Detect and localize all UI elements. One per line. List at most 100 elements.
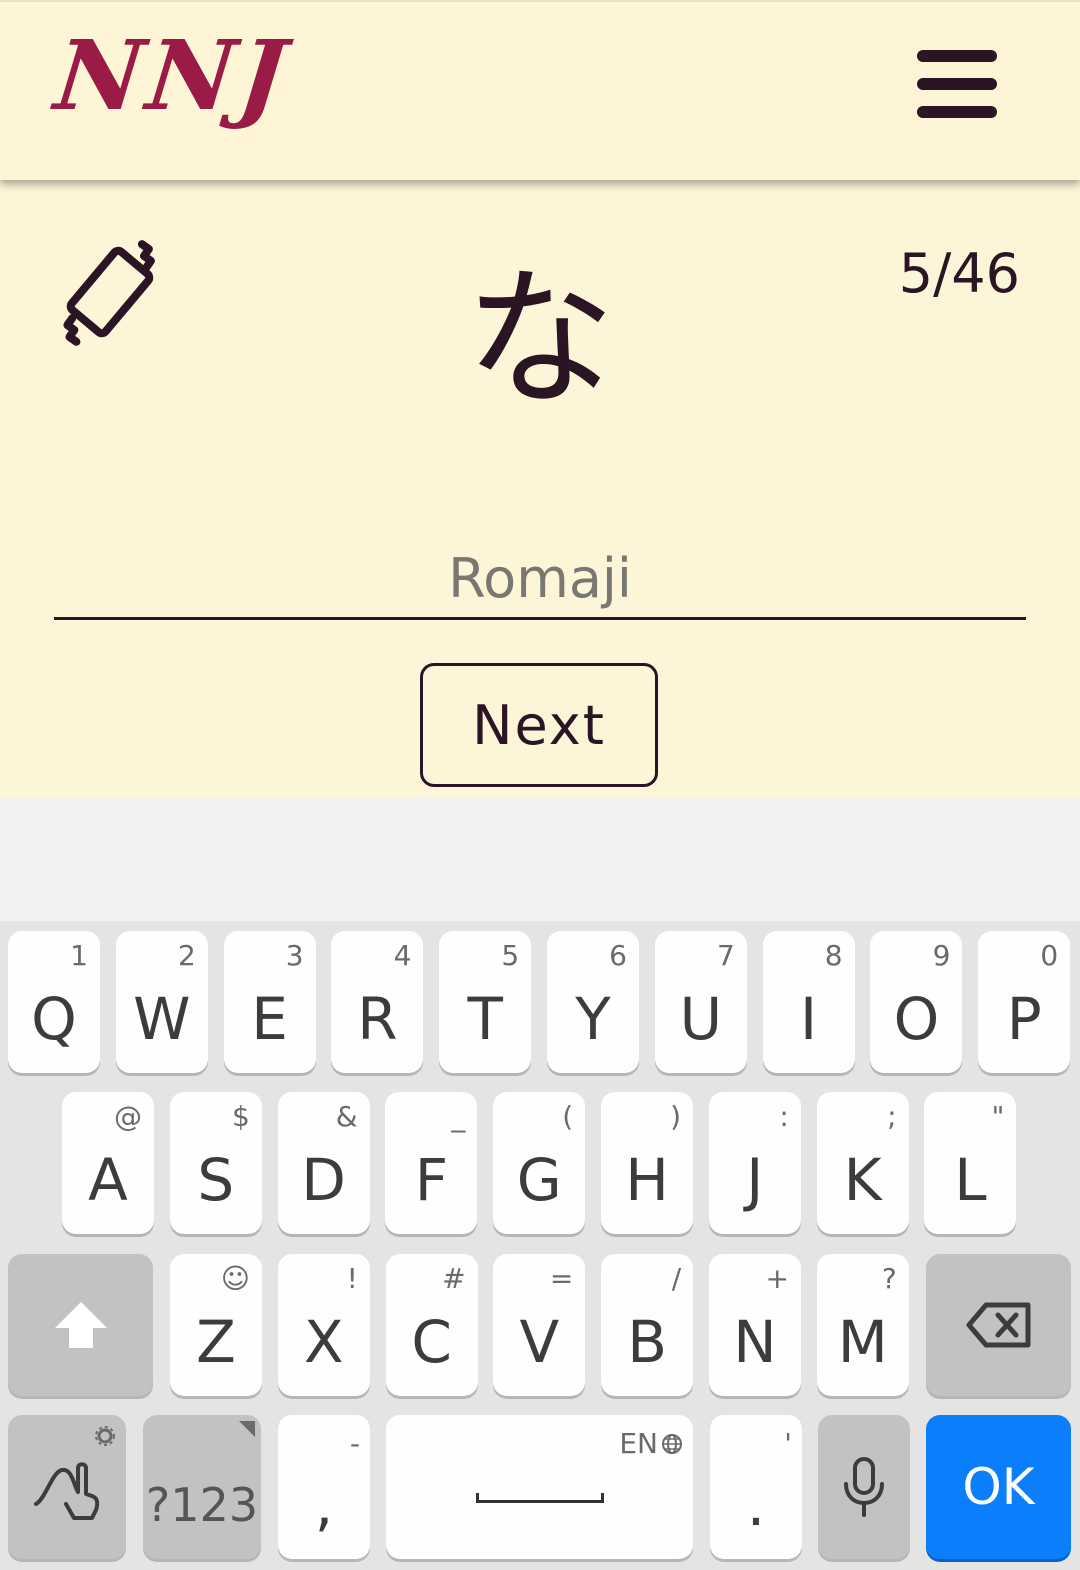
- key-label: Y: [575, 985, 611, 1053]
- period-key-hint: ': [784, 1427, 792, 1460]
- key-hint: ": [991, 1100, 1005, 1133]
- backspace-icon: [966, 1302, 1030, 1348]
- key-label: T: [467, 985, 503, 1053]
- backspace-key[interactable]: [926, 1254, 1071, 1396]
- key-label: L: [954, 1146, 987, 1214]
- key-x[interactable]: ! X: [277, 1254, 370, 1396]
- globe-icon: [662, 1433, 682, 1454]
- comma-key-hint: -: [349, 1427, 360, 1460]
- symbols-key-label: ?123: [145, 1478, 259, 1532]
- romaji-input[interactable]: [54, 540, 1026, 620]
- key-label: D: [301, 1146, 346, 1214]
- comma-key-label: ,: [314, 1471, 334, 1539]
- key-label: Q: [31, 985, 77, 1053]
- symbols-key[interactable]: ?123: [143, 1415, 261, 1559]
- key-label: E: [251, 985, 288, 1053]
- next-button[interactable]: Next: [420, 663, 658, 787]
- app-logo: NNJ: [50, 19, 295, 132]
- kana-character: な: [464, 253, 615, 427]
- key-y[interactable]: 6Y: [547, 931, 639, 1073]
- key-r[interactable]: 4R: [331, 931, 424, 1073]
- key-label: G: [516, 1146, 562, 1214]
- key-w[interactable]: 2W: [115, 931, 208, 1073]
- key-a[interactable]: @ A: [62, 1092, 154, 1234]
- key-l[interactable]: " L: [924, 1092, 1017, 1234]
- key-p[interactable]: 0P: [978, 931, 1071, 1073]
- key-label: M: [837, 1308, 888, 1376]
- key-hint: @: [114, 1100, 142, 1133]
- key-hint: 8: [824, 939, 843, 972]
- shift-key[interactable]: [8, 1254, 153, 1396]
- key-label: O: [893, 985, 940, 1053]
- key-label: C: [411, 1308, 452, 1376]
- gesture-key[interactable]: [8, 1415, 126, 1559]
- key-hint: /: [671, 1262, 682, 1295]
- key-z[interactable]: ☺ Z: [170, 1254, 262, 1396]
- key-e[interactable]: 3E: [223, 931, 316, 1073]
- key-v[interactable]: = V: [493, 1254, 586, 1396]
- menu-icon[interactable]: [917, 48, 999, 120]
- soft-keyboard: 1Q2W3E4R5T6Y7U8I9O0P @ A $ S & D _ F(G) H: J; K " L …: [0, 921, 1080, 1570]
- key-label: F: [414, 1146, 449, 1214]
- key-f[interactable]: _ F: [385, 1092, 478, 1234]
- key-s[interactable]: $ S: [169, 1092, 262, 1234]
- corner-indicator: [239, 1421, 255, 1437]
- key-label: R: [357, 985, 398, 1053]
- key-j[interactable]: :J: [708, 1092, 801, 1234]
- key-h[interactable]: ) H: [601, 1092, 693, 1234]
- key-t[interactable]: 5T: [439, 931, 532, 1073]
- key-hint: &: [335, 1100, 358, 1133]
- key-hint: !: [346, 1262, 358, 1295]
- key-hint: 9: [932, 939, 951, 972]
- key-label: P: [1006, 985, 1042, 1053]
- key-label: Z: [196, 1308, 236, 1376]
- key-k[interactable]: ; K: [816, 1092, 909, 1234]
- key-d[interactable]: & D: [277, 1092, 370, 1234]
- key-b[interactable]: / B: [601, 1254, 694, 1396]
- key-hint: +: [765, 1262, 789, 1295]
- key-hint: 5: [501, 939, 520, 972]
- key-m[interactable]: ? M: [816, 1254, 909, 1396]
- key-q[interactable]: 1Q: [8, 931, 100, 1073]
- key-label: V: [519, 1308, 560, 1376]
- app-header: NNJ: [0, 0, 1080, 180]
- key-label: B: [627, 1308, 668, 1376]
- key-hint: ?: [881, 1262, 897, 1295]
- key-hint: 0: [1040, 939, 1059, 972]
- ok-key-label: OK: [962, 1458, 1035, 1516]
- key-hint: 1: [70, 939, 88, 972]
- key-hint: $: [231, 1100, 250, 1133]
- period-key-label: .: [746, 1471, 766, 1539]
- voice-input-key[interactable]: [818, 1415, 910, 1559]
- key-hint: _: [451, 1100, 466, 1133]
- key-label: I: [800, 985, 818, 1053]
- key-hint: ☺: [220, 1262, 250, 1295]
- key-i[interactable]: 8I: [762, 931, 855, 1073]
- key-hint: 3: [285, 939, 304, 972]
- key-c[interactable]: # C: [385, 1254, 478, 1396]
- key-n[interactable]: + N: [709, 1254, 801, 1396]
- keyboard-suggestion-strip: [0, 797, 1080, 921]
- key-g[interactable]: (G: [493, 1092, 586, 1234]
- key-label: W: [133, 985, 191, 1053]
- key-hint: 2: [177, 939, 196, 972]
- space-key[interactable]: EN: [386, 1415, 693, 1559]
- comma-key[interactable]: - ,: [278, 1415, 370, 1559]
- ok-key[interactable]: OK: [926, 1415, 1071, 1559]
- key-label: A: [88, 1146, 128, 1214]
- key-label: K: [843, 1146, 882, 1214]
- shift-icon: [54, 1302, 107, 1348]
- microphone-icon: [844, 1457, 884, 1517]
- gesture-icon: [34, 1462, 100, 1520]
- key-label: J: [746, 1146, 764, 1214]
- app-screen: NNJ 5/46 な Next: [0, 0, 1080, 797]
- key-hint: 6: [609, 939, 627, 972]
- key-label: N: [733, 1308, 777, 1376]
- key-label: S: [197, 1146, 235, 1214]
- period-key[interactable]: ' .: [710, 1415, 802, 1559]
- key-hint: :: [779, 1100, 789, 1133]
- key-hint: =: [549, 1262, 574, 1295]
- key-o[interactable]: 9O: [870, 931, 963, 1073]
- key-u[interactable]: 7U: [654, 931, 747, 1073]
- key-hint: ): [670, 1100, 681, 1133]
